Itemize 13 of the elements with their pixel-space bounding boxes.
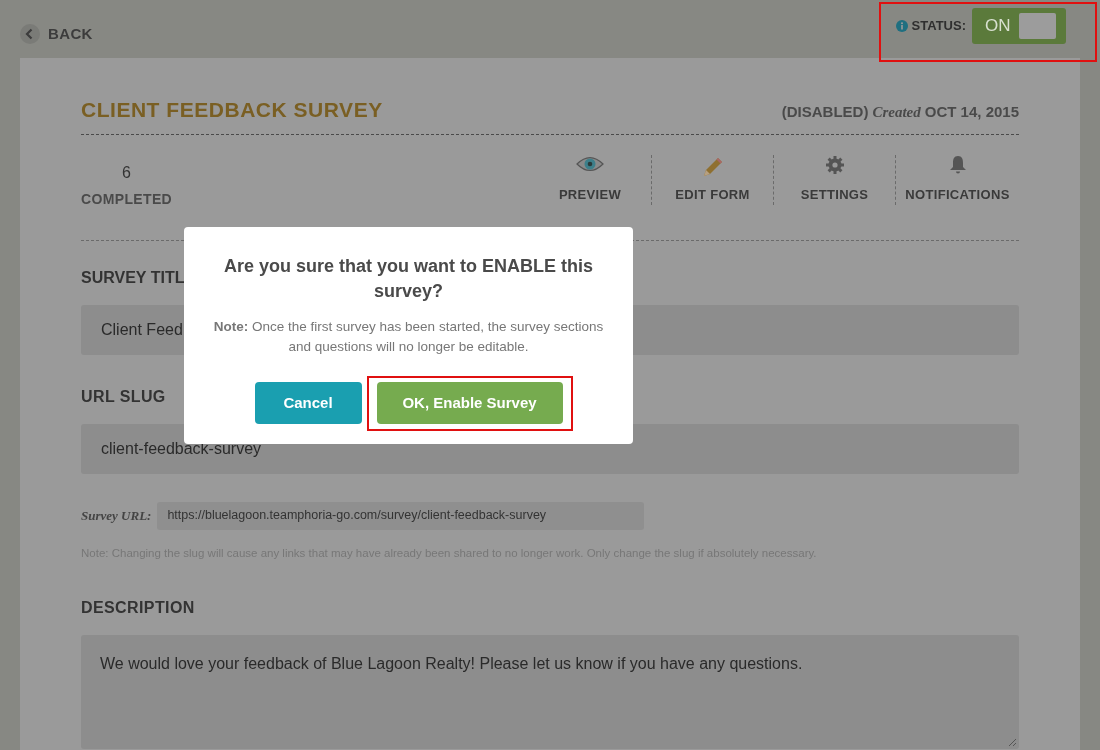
field-label: DESCRIPTION — [81, 597, 195, 618]
dialog-note: Note: Once the first survey has been started, the survey sections and questions will no longer be editable. — [213, 318, 604, 356]
url-label: Survey URL: — [81, 506, 152, 525]
dialog-heading: Are you sure that you want to ENABLE this survey? — [222, 255, 594, 303]
survey-state: (DISABLED) — [781, 102, 869, 122]
field-label: SURVEY TITL — [81, 267, 185, 288]
completed-count: 6 — [122, 162, 131, 183]
status-label: STATUS: — [911, 17, 966, 36]
field-label: URL SLUG — [81, 386, 166, 407]
created-label: Created — [872, 103, 921, 122]
completed-label: COMPLETED — [81, 189, 173, 209]
created-date: OCT 14, 2015 — [924, 102, 1019, 122]
survey-title: CLIENT FEEDBACK SURVEY — [81, 97, 383, 123]
